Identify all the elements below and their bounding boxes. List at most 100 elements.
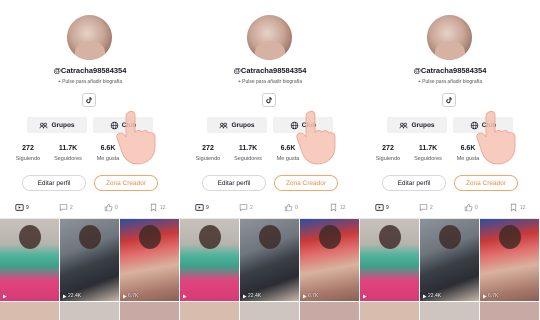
- avatar[interactable]: [247, 15, 292, 60]
- view-count: 22.4K: [242, 293, 261, 299]
- following-stat[interactable]: 272 Siguiendo: [6, 145, 50, 162]
- username: @Catracha98584354: [413, 66, 487, 75]
- tiktok-icon[interactable]: [442, 93, 456, 107]
- video-thumbnail[interactable]: 22.4K: [420, 219, 479, 301]
- like-icon: [104, 203, 113, 212]
- add-bio-link[interactable]: + Pulse para añadir biografía: [180, 79, 360, 85]
- username: @Catracha98584354: [53, 66, 127, 75]
- video-thumbnail[interactable]: 22.4K: [240, 219, 299, 301]
- edit-profile-button[interactable]: Editar perfil: [382, 175, 446, 191]
- video-grid-icon: [195, 204, 204, 211]
- video-thumbnail[interactable]: [360, 219, 419, 301]
- video-thumbnail[interactable]: [0, 302, 59, 320]
- video-thumbnail[interactable]: 6.7K: [300, 219, 359, 301]
- likes-tab-count: 0: [115, 204, 118, 211]
- tab-videos[interactable]: 9: [375, 203, 389, 212]
- followers-stat[interactable]: 11.7K Seguidores: [46, 145, 90, 162]
- following-label: Siguiendo: [195, 156, 221, 162]
- thumbnail-image: [439, 225, 461, 249]
- video-thumbnail[interactable]: [300, 302, 359, 320]
- tab-saved[interactable]: 12: [329, 203, 346, 212]
- profile-panel-2: @Catracha98584354 + Pulse para añadir bi…: [180, 0, 360, 320]
- videos-count: 9: [386, 204, 389, 211]
- followers-stat[interactable]: 11.7K Seguidores: [406, 145, 450, 162]
- play-icon: [363, 294, 367, 299]
- tiktok-icon[interactable]: [82, 93, 96, 107]
- tab-messages[interactable]: 2: [59, 203, 73, 212]
- username: @Catracha98584354: [233, 66, 307, 75]
- thumbnail-image: [139, 225, 161, 249]
- play-icon: [3, 294, 7, 299]
- saved-count: 12: [520, 204, 526, 211]
- tab-likes[interactable]: 0: [104, 203, 118, 212]
- groups-label: Grupos: [411, 121, 435, 129]
- tab-saved[interactable]: 12: [509, 203, 526, 212]
- avatar[interactable]: [67, 15, 112, 60]
- video-thumbnail[interactable]: [120, 302, 179, 320]
- avatar[interactable]: [427, 15, 472, 60]
- following-stat[interactable]: 272 Siguiendo: [186, 145, 230, 162]
- tab-messages[interactable]: 2: [239, 203, 253, 212]
- thumbnail-image: [79, 225, 101, 249]
- tab-likes[interactable]: 0: [284, 203, 298, 212]
- creator-zone-button[interactable]: Zona Creador: [94, 175, 158, 191]
- add-bio-link[interactable]: + Pulse para añadir biografía: [360, 79, 540, 85]
- add-bio-link[interactable]: + Pulse para añadir biografía: [0, 79, 180, 85]
- tab-videos[interactable]: 9: [195, 203, 209, 212]
- followers-label: Seguidores: [234, 156, 262, 162]
- pointing-hand-icon: [476, 110, 516, 165]
- play-icon: [423, 294, 427, 298]
- video-thumbnail[interactable]: 22.4K: [60, 219, 119, 301]
- video-thumbnail[interactable]: [420, 302, 479, 320]
- saved-count: 12: [160, 204, 166, 211]
- groups-button[interactable]: Grupos: [387, 117, 447, 133]
- tab-messages[interactable]: 2: [419, 203, 433, 212]
- video-thumbnail[interactable]: [180, 302, 239, 320]
- thumbnail-image: [199, 225, 221, 249]
- likes-tab-count: 0: [295, 204, 298, 211]
- edit-profile-button[interactable]: Editar perfil: [22, 175, 86, 191]
- view-count: 6.7K: [302, 293, 318, 299]
- tab-likes[interactable]: 0: [464, 203, 478, 212]
- groups-button[interactable]: Grupos: [207, 117, 267, 133]
- videos-count: 9: [26, 204, 29, 211]
- bookmark-icon: [150, 203, 157, 212]
- view-count: [362, 294, 368, 299]
- video-thumbnail[interactable]: 6.7K: [120, 219, 179, 301]
- tab-videos[interactable]: 9: [15, 203, 29, 212]
- followers-count: 11.7K: [238, 145, 258, 152]
- video-thumbnail[interactable]: [360, 302, 419, 320]
- view-count-text: 6.7K: [488, 293, 499, 299]
- followers-stat[interactable]: 11.7K Seguidores: [226, 145, 270, 162]
- creator-zone-button[interactable]: Zona Creador: [454, 175, 518, 191]
- following-count: 272: [22, 145, 34, 152]
- groups-label: Grupos: [51, 121, 75, 129]
- followers-label: Seguidores: [414, 156, 442, 162]
- like-icon: [284, 203, 293, 212]
- bookmark-icon: [510, 203, 517, 212]
- creator-zone-button[interactable]: Zona Creador: [274, 175, 338, 191]
- tab-saved[interactable]: 12: [149, 203, 166, 212]
- groups-button[interactable]: Grupos: [27, 117, 87, 133]
- thumbnail-image: [379, 225, 401, 249]
- groups-icon: [399, 122, 408, 128]
- tiktok-icon[interactable]: [262, 93, 276, 107]
- groups-icon: [39, 122, 48, 128]
- video-thumbnail[interactable]: 6.7K: [480, 219, 539, 301]
- saved-count: 12: [340, 204, 346, 211]
- video-thumbnail[interactable]: [480, 302, 539, 320]
- view-count: 22.4K: [422, 293, 441, 299]
- video-thumbnail[interactable]: [180, 219, 239, 301]
- view-count: 6.7K: [122, 293, 138, 299]
- followers-count: 11.7K: [58, 145, 78, 152]
- thumbnail-image: [319, 225, 341, 249]
- play-icon: [303, 294, 307, 298]
- followers-count: 11.7K: [418, 145, 438, 152]
- video-thumbnail[interactable]: [60, 302, 119, 320]
- edit-profile-button[interactable]: Editar perfil: [202, 175, 266, 191]
- profile-tabs: 9 2 0 12: [0, 203, 180, 219]
- following-count: 272: [202, 145, 214, 152]
- video-thumbnail[interactable]: [240, 302, 299, 320]
- following-stat[interactable]: 272 Siguiendo: [366, 145, 410, 162]
- video-thumbnail[interactable]: [0, 219, 59, 301]
